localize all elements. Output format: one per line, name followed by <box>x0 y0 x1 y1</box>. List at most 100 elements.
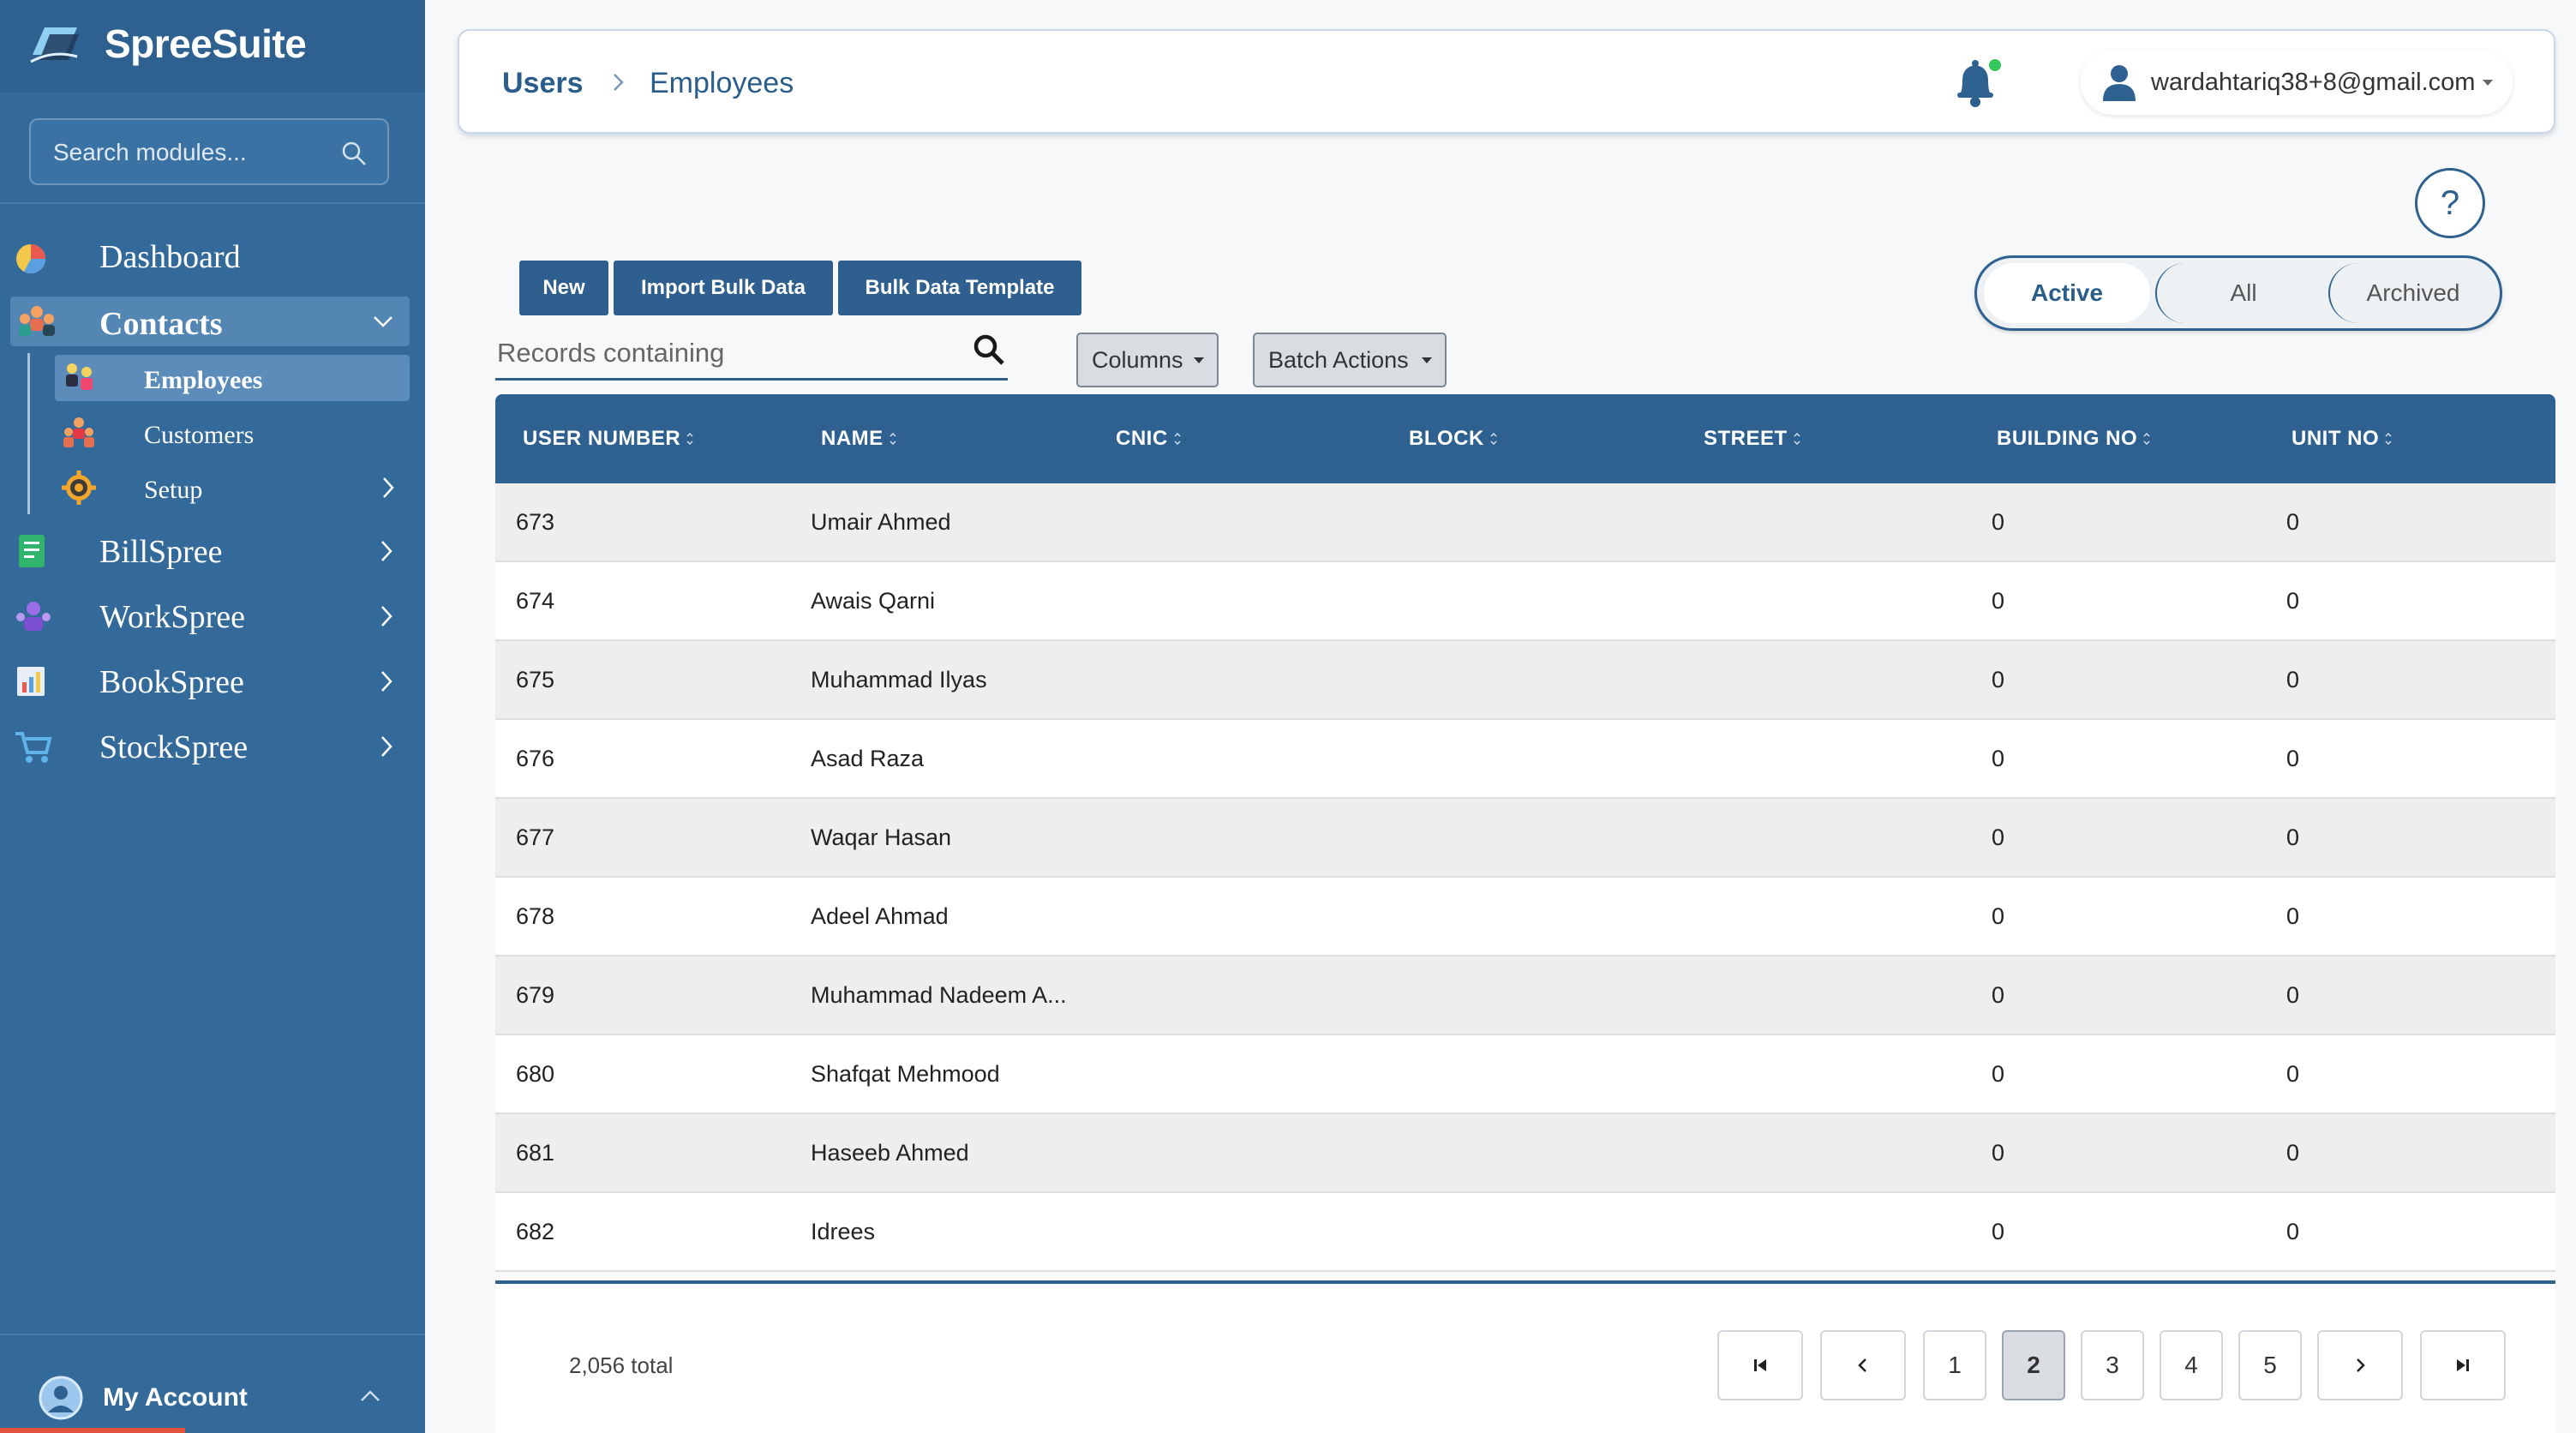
cart-icon <box>15 732 52 763</box>
chevron-right-icon <box>383 477 394 498</box>
cell-user-number: 674 <box>516 588 555 614</box>
cell-building-no: 0 <box>1992 824 2005 850</box>
column-header-block[interactable]: BLOCK <box>1409 427 1498 451</box>
column-header-cnic[interactable]: CNIC <box>1116 427 1182 451</box>
chevron-down-icon <box>374 316 392 327</box>
import-bulk-data-button[interactable]: Import Bulk Data <box>614 261 833 315</box>
table-row[interactable]: 674 Awais Qarni 0 0 <box>495 562 2555 641</box>
status-filter-toggle: Active All Archived <box>1974 255 2502 331</box>
table-header: USER NUMBER NAME CNIC BLOCK STREET BUILD… <box>495 394 2555 483</box>
table-row[interactable]: 673 Umair Ahmed 0 0 <box>495 483 2555 562</box>
first-page-icon <box>1754 1359 1766 1371</box>
user-menu-dropdown[interactable]: wardahtariq38+8@gmail.com <box>2081 50 2513 115</box>
filter-archived-button[interactable]: Archived <box>2328 263 2496 323</box>
cell-unit-no: 0 <box>2286 509 2300 535</box>
cell-building-no: 0 <box>1992 1140 2005 1166</box>
cell-building-no: 0 <box>1992 667 2005 693</box>
column-header-name[interactable]: NAME <box>821 427 897 451</box>
sidebar-item-dashboard[interactable]: Dashboard <box>0 228 425 283</box>
previous-page-button[interactable] <box>1820 1330 1906 1400</box>
chevron-left-icon <box>1858 1358 1866 1372</box>
last-page-icon <box>2457 1359 2469 1371</box>
column-header-unit-no[interactable]: UNIT NO <box>2291 427 2393 451</box>
caret-down-icon <box>1194 357 1204 363</box>
table-row[interactable]: 679 Muhammad Nadeem A... 0 0 <box>495 956 2555 1035</box>
column-header-user-number[interactable]: USER NUMBER <box>523 427 694 451</box>
cell-name: Waqar Hasan <box>811 824 952 850</box>
cell-name: Muhammad Nadeem A... <box>811 982 1067 1008</box>
cell-unit-no: 0 <box>2286 824 2300 850</box>
page-button-1[interactable]: 1 <box>1923 1330 1986 1400</box>
table-row[interactable]: 675 Muhammad Ilyas 0 0 <box>495 641 2555 720</box>
cell-name: Muhammad Ilyas <box>811 667 987 693</box>
cell-unit-no: 0 <box>2286 982 2300 1008</box>
help-button[interactable]: ? <box>2415 168 2485 238</box>
records-search-input[interactable]: Records containing <box>495 331 1008 381</box>
customers-icon <box>63 417 94 447</box>
ledger-icon <box>17 667 45 696</box>
records-search-placeholder: Records containing <box>497 338 725 368</box>
sidebar-item-label: BookSpree <box>99 664 244 700</box>
table-row[interactable]: 676 Asad Raza 0 0 <box>495 720 2555 799</box>
cell-user-number: 680 <box>516 1061 555 1087</box>
cell-building-no: 0 <box>1992 1219 2005 1244</box>
cell-name: Awais Qarni <box>811 588 936 614</box>
column-header-building-no[interactable]: BUILDING NO <box>1997 427 2151 451</box>
sort-icon <box>686 432 693 446</box>
page-button-5[interactable]: 5 <box>2238 1330 2302 1400</box>
table-row[interactable]: 678 Adeel Ahmad 0 0 <box>495 878 2555 956</box>
account-avatar-icon <box>39 1376 83 1420</box>
my-account-label: My Account <box>103 1383 248 1412</box>
cell-unit-no: 0 <box>2286 903 2300 929</box>
chevron-right-icon <box>2357 1358 2365 1372</box>
next-page-button[interactable] <box>2317 1330 2403 1400</box>
page-button-4[interactable]: 4 <box>2160 1330 2223 1400</box>
sidebar-item-employees[interactable]: Employees <box>55 355 410 401</box>
sidebar-divider <box>0 202 425 204</box>
filter-active-button[interactable]: Active <box>1984 263 2150 323</box>
sidebar-item-setup[interactable]: Setup <box>55 465 410 511</box>
cell-building-no: 0 <box>1992 746 2005 771</box>
sort-icon <box>1490 432 1497 446</box>
columns-dropdown-label: Columns <box>1092 347 1183 373</box>
last-page-button[interactable] <box>2420 1330 2506 1400</box>
notification-bell-icon[interactable] <box>1949 55 2002 110</box>
my-account-button[interactable]: My Account <box>0 1371 425 1428</box>
table-footer: 2,056 total 1 2 3 4 5 <box>495 1284 2555 1433</box>
page-button-3[interactable]: 3 <box>2081 1330 2144 1400</box>
sidebar-item-contacts[interactable]: Contacts <box>10 297 410 346</box>
table-row[interactable]: 682 Idrees 0 0 <box>495 1193 2555 1272</box>
first-page-button[interactable] <box>1717 1330 1803 1400</box>
cell-unit-no: 0 <box>2286 667 2300 693</box>
sort-icon <box>2143 432 2150 446</box>
sidebar-item-label: Contacts <box>99 306 223 342</box>
bulk-data-template-button[interactable]: Bulk Data Template <box>838 261 1081 315</box>
sidebar-item-customers[interactable]: Customers <box>55 410 410 456</box>
breadcrumb-users[interactable]: Users <box>502 67 584 100</box>
sidebar-item-stockspree[interactable]: StockSpree <box>0 718 425 773</box>
sort-icon <box>1794 432 1800 446</box>
search-icon <box>342 141 366 165</box>
column-header-street[interactable]: STREET <box>1704 427 1801 451</box>
cell-building-no: 0 <box>1992 1061 2005 1087</box>
sidebar-item-workspree[interactable]: WorkSpree <box>0 588 425 643</box>
new-button[interactable]: New <box>519 261 608 315</box>
search-icon[interactable] <box>970 331 1008 369</box>
filter-all-button[interactable]: All <box>2155 263 2330 323</box>
columns-dropdown[interactable]: Columns <box>1076 333 1219 387</box>
page-button-2[interactable]: 2 <box>2002 1330 2065 1400</box>
table-row[interactable]: 677 Waqar Hasan 0 0 <box>495 799 2555 878</box>
cell-building-no: 0 <box>1992 903 2005 929</box>
module-search-input[interactable]: Search modules... <box>29 118 389 185</box>
table-row[interactable]: 681 Haseeb Ahmed 0 0 <box>495 1114 2555 1193</box>
people-icon <box>19 306 55 336</box>
sidebar-item-label: BillSpree <box>99 534 223 570</box>
submenu-guide-line <box>27 353 30 514</box>
sidebar-item-billspree[interactable]: BillSpree <box>0 523 425 578</box>
sidebar-item-bookspree[interactable]: BookSpree <box>0 653 425 708</box>
table-row[interactable]: 680 Shafqat Mehmood 0 0 <box>495 1035 2555 1114</box>
batch-actions-dropdown[interactable]: Batch Actions <box>1253 333 1447 387</box>
gear-icon <box>62 471 96 505</box>
brand-name[interactable]: SpreeSuite <box>105 21 307 67</box>
breadcrumb-separator-icon <box>614 74 624 91</box>
